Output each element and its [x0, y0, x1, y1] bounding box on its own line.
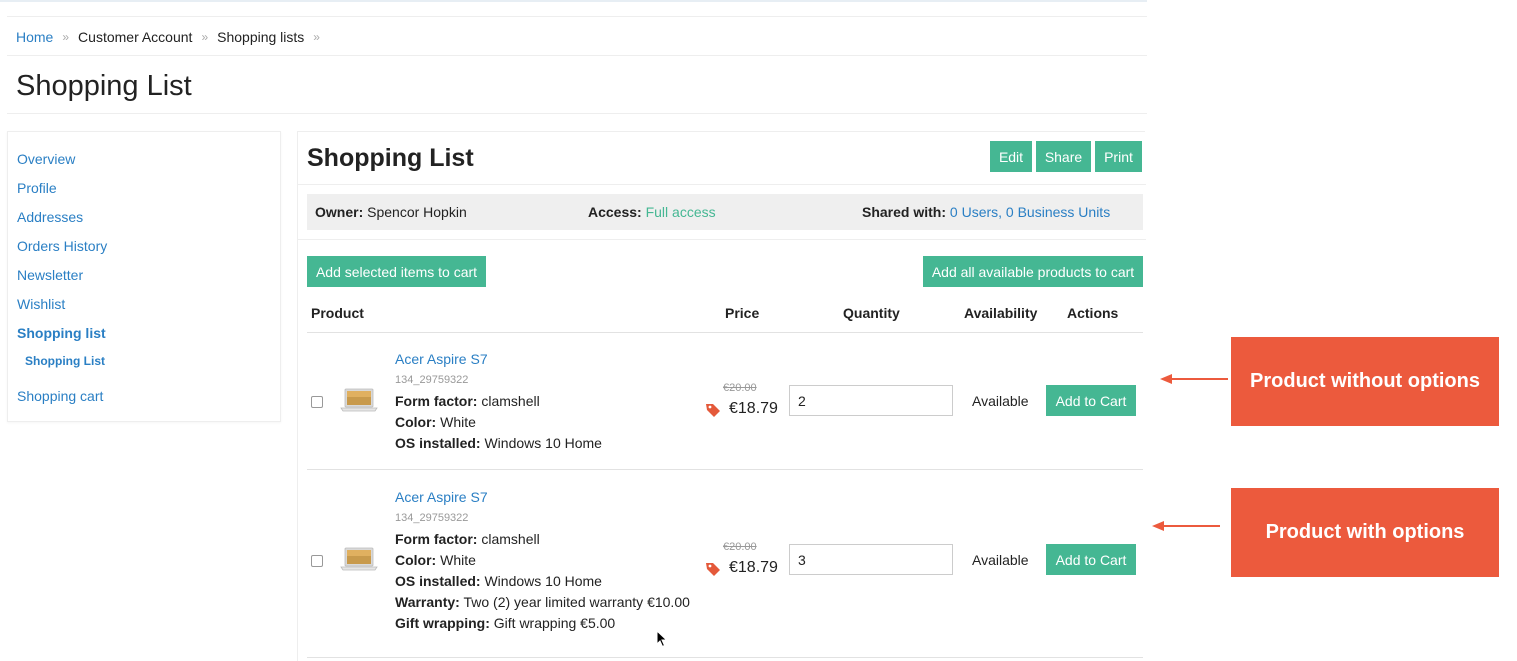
old-price: €20.00	[723, 541, 757, 553]
print-button[interactable]: Print	[1095, 141, 1142, 172]
add-all-to-cart-button[interactable]: Add all available products to cart	[923, 256, 1143, 287]
row-select-checkbox[interactable]	[311, 555, 323, 567]
shared-users-link[interactable]: 0 Users	[950, 204, 998, 220]
arrow-left-icon	[1160, 374, 1228, 384]
share-button[interactable]: Share	[1036, 141, 1091, 172]
list-info-bar: Owner: Spencor Hopkin Access: Full acces…	[307, 194, 1143, 230]
panel-header-divider	[298, 184, 1146, 185]
product-option: Form factor: clamshell	[395, 531, 540, 547]
column-header-actions: Actions	[1067, 305, 1119, 321]
top-border	[0, 0, 1147, 2]
availability-status: Available	[972, 552, 1029, 568]
sidebar-item-wishlist[interactable]: Wishlist	[17, 296, 65, 312]
breadcrumb-shopping-lists: Shopping lists	[217, 29, 305, 45]
row-select-checkbox[interactable]	[311, 396, 323, 408]
access-info: Access: Full access	[588, 204, 716, 220]
column-header-product: Product	[311, 305, 364, 321]
owner-value: Spencor Hopkin	[367, 204, 467, 220]
access-value: Full access	[645, 204, 716, 220]
shared-label: Shared with:	[862, 204, 947, 220]
product-sku: 134_29759322	[395, 512, 469, 524]
panel-title: Shopping List	[307, 144, 474, 172]
shopping-list-panel: Shopping List Edit Share Print Owner: Sp…	[297, 131, 1146, 661]
availability-status: Available	[972, 393, 1029, 409]
shared-comma: ,	[998, 204, 1003, 220]
sidebar-item-profile[interactable]: Profile	[17, 180, 57, 196]
sidebar-subitem-shopping-list[interactable]: Shopping List	[25, 354, 105, 368]
sidebar-item-addresses[interactable]: Addresses	[17, 209, 83, 225]
column-header-availability: Availability	[964, 305, 1038, 321]
add-to-cart-button[interactable]: Add to Cart	[1046, 385, 1136, 416]
add-to-cart-button[interactable]: Add to Cart	[1046, 544, 1136, 575]
product-option: Form factor: clamshell	[395, 393, 540, 409]
breadcrumb-customer-account[interactable]: Customer Account	[78, 29, 192, 45]
product-option: Color: White	[395, 414, 476, 430]
product-name-link[interactable]: Acer Aspire S7	[395, 489, 488, 505]
arrow-left-icon	[1152, 521, 1220, 531]
product-sku: 134_29759322	[395, 374, 469, 386]
sidebar-item-newsletter[interactable]: Newsletter	[17, 267, 83, 283]
sidebar-item-orders-history[interactable]: Orders History	[17, 238, 107, 254]
callout-product-without-options: Product without options	[1231, 337, 1499, 426]
product-option: Gift wrapping: Gift wrapping €5.00	[395, 615, 616, 631]
price-tag-icon	[706, 404, 720, 417]
edit-button[interactable]: Edit	[990, 141, 1032, 172]
shared-business-units-link[interactable]: 0 Business Units	[1006, 204, 1110, 220]
sidebar-item-shopping-list[interactable]: Shopping list	[17, 325, 106, 341]
column-header-quantity: Quantity	[843, 305, 900, 321]
product-option: Color: White	[395, 552, 476, 568]
price-tag-icon	[706, 563, 720, 576]
info-divider	[298, 239, 1146, 240]
breadcrumb-separator-icon: »	[62, 30, 70, 44]
mouse-cursor-icon	[656, 630, 668, 648]
quantity-input[interactable]	[789, 544, 953, 575]
laptop-thumbnail-icon[interactable]	[340, 546, 378, 572]
old-price: €20.00	[723, 382, 757, 394]
access-label: Access:	[588, 204, 642, 220]
breadcrumb: Home » Customer Account » Shopping lists…	[16, 29, 329, 45]
product-name-link[interactable]: Acer Aspire S7	[395, 351, 488, 367]
unit-price: €18.79	[729, 559, 778, 576]
breadcrumb-separator-icon: »	[313, 30, 320, 44]
sidebar-item-shopping-cart[interactable]: Shopping cart	[17, 388, 103, 404]
owner-label: Owner:	[315, 204, 364, 220]
shared-info: Shared with: 0 Users, 0 Business Units	[862, 204, 1110, 220]
column-header-price: Price	[725, 305, 760, 321]
breadcrumb-home[interactable]: Home	[16, 29, 53, 45]
quantity-input[interactable]	[789, 385, 953, 416]
add-selected-to-cart-button[interactable]: Add selected items to cart	[307, 256, 486, 287]
unit-price: €18.79	[729, 400, 778, 417]
callout-product-with-options: Product with options	[1231, 488, 1499, 577]
table-header-divider	[307, 332, 1143, 333]
laptop-thumbnail-icon[interactable]	[340, 387, 378, 413]
product-option: Warranty: Two (2) year limited warranty …	[395, 594, 690, 610]
sidebar-item-overview[interactable]: Overview	[17, 151, 75, 167]
product-option: OS installed: Windows 10 Home	[395, 573, 602, 589]
row-divider	[307, 657, 1143, 658]
row-divider	[307, 469, 1143, 470]
page-title: Shopping List	[16, 70, 192, 102]
page-header: Home » Customer Account » Shopping lists…	[7, 16, 1147, 114]
header-divider	[7, 55, 1147, 56]
owner-info: Owner: Spencor Hopkin	[315, 204, 467, 220]
breadcrumb-separator-icon: »	[201, 30, 209, 44]
product-option: OS installed: Windows 10 Home	[395, 435, 602, 451]
account-sidebar: Overview Profile Addresses Orders Histor…	[7, 131, 281, 422]
